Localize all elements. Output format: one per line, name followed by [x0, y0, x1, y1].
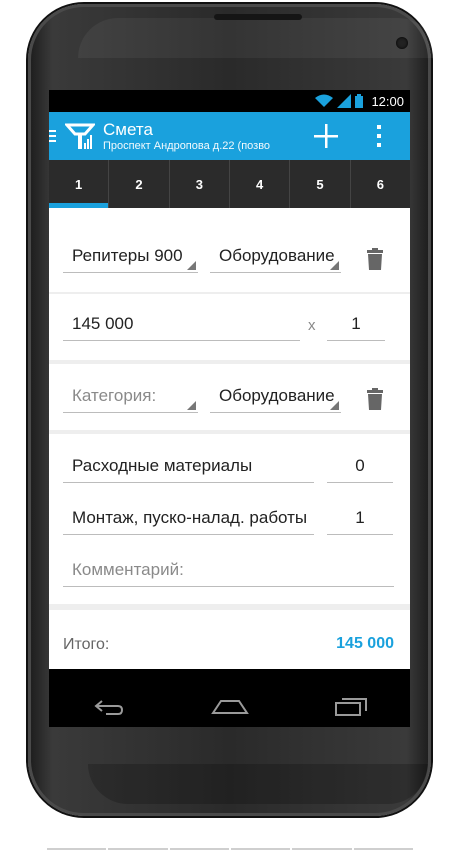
action-bar: Смета Проспект Андропова д.22 (позво [49, 112, 410, 160]
price-input[interactable]: 145 000 [63, 312, 300, 341]
installation-input[interactable]: 1 [327, 506, 393, 535]
consumables-label: Расходные материалы [63, 454, 314, 483]
add-icon[interactable] [311, 121, 341, 151]
category-spinner-2[interactable]: Оборудование [210, 384, 341, 413]
tab-1[interactable]: 1 [49, 160, 110, 208]
tab-5[interactable]: 5 [290, 160, 351, 208]
menu-icon[interactable] [49, 130, 57, 142]
tab-4[interactable]: 4 [230, 160, 291, 208]
phone-screen: 12:00 Смета Проспект Андропова д.22 (поз… [49, 90, 410, 727]
comment-input[interactable]: Комментарий: [63, 558, 394, 587]
status-clock: 12:00 [371, 93, 404, 109]
home-icon[interactable] [210, 697, 249, 717]
action-bar-titles: Смета Проспект Андропова д.22 (позво [103, 120, 293, 153]
more-icon[interactable] [375, 124, 383, 148]
recents-icon[interactable] [334, 697, 368, 717]
back-icon[interactable] [92, 697, 126, 717]
product-spinner[interactable]: Репитеры 900 [63, 244, 198, 273]
tab-3[interactable]: 3 [170, 160, 230, 208]
navigation-bar [49, 687, 410, 727]
installation-label: Монтаж, пуско-налад. работы [63, 506, 314, 535]
tab-bar: 1 2 3 4 5 6 [49, 160, 410, 208]
total-label: Итого: [63, 636, 110, 653]
estimate-form: Репитеры 900 Оборудование 145 000 x 1 Ка… [49, 208, 410, 669]
app-logo-icon[interactable] [65, 121, 95, 151]
tab-2[interactable]: 2 [109, 160, 170, 208]
page-subtitle: Проспект Андропова д.22 (позво [103, 139, 271, 152]
product-spinner-2[interactable]: Категория: [63, 384, 198, 413]
delete-icon[interactable] [366, 248, 384, 270]
battery-icon [355, 94, 364, 108]
status-bar: 12:00 [49, 90, 410, 112]
delete-icon-2[interactable] [366, 388, 384, 410]
multiply-sign: x [308, 317, 316, 334]
total-value: 145 000 [336, 635, 394, 652]
signal-icon [337, 94, 352, 108]
wifi-icon [315, 94, 334, 107]
consumables-input[interactable]: 0 [327, 454, 393, 483]
tab-6[interactable]: 6 [351, 160, 410, 208]
front-camera [396, 37, 408, 49]
page-title: Смета [103, 119, 153, 139]
quantity-input[interactable]: 1 [327, 312, 385, 341]
earpiece-speaker [214, 14, 302, 20]
category-spinner[interactable]: Оборудование [210, 244, 341, 273]
